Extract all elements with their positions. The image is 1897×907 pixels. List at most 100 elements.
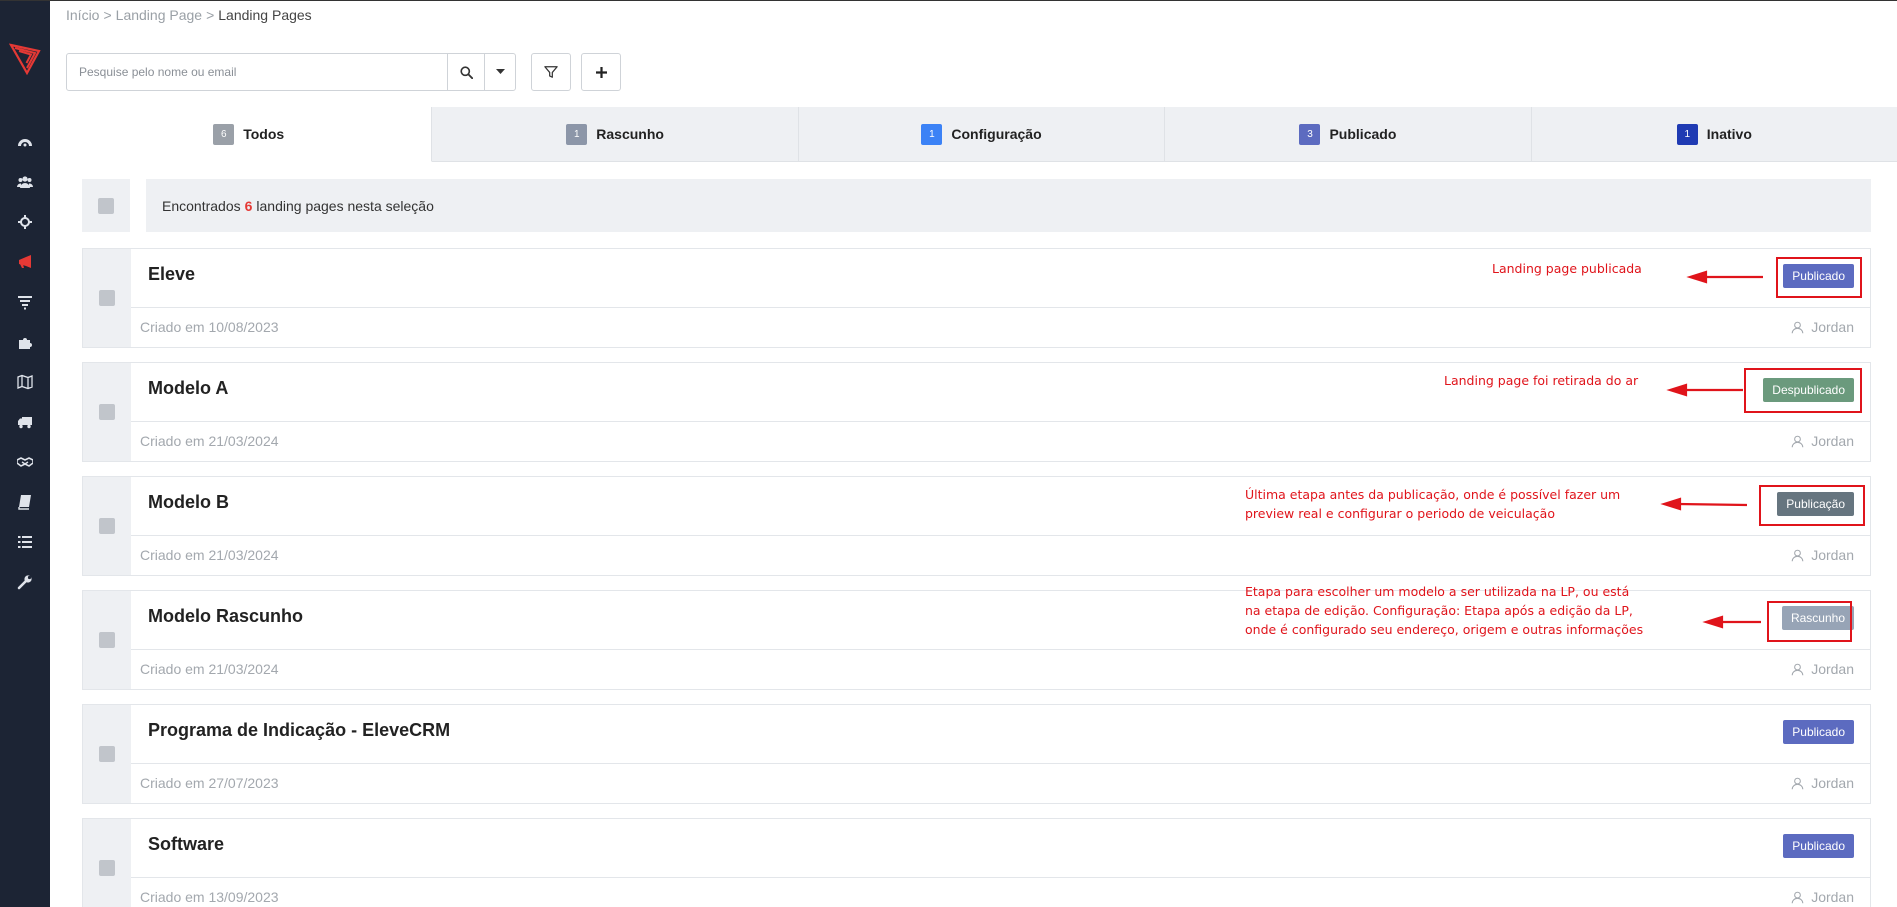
main-content: Início>Landing Page>Landing Pages 6 Todos… [50, 1, 1897, 907]
annotation-line: Landing page publicada [1492, 261, 1642, 276]
filter-icon [544, 66, 558, 78]
annotation-unpublished: Landing page foi retirada do ar [1444, 371, 1638, 390]
owner: Jordan [1791, 319, 1854, 335]
annotation-line: onde é configurado seu endereço, origem … [1245, 622, 1644, 637]
user-icon [1791, 663, 1804, 675]
divider [131, 421, 1870, 422]
filter-button[interactable] [531, 53, 571, 91]
search-input[interactable] [67, 54, 447, 90]
map-icon[interactable] [14, 371, 36, 393]
puzzle-icon[interactable] [14, 331, 36, 353]
breadcrumb-home[interactable]: Início [66, 7, 99, 23]
annotation-line: preview real e configurar o periodo de v… [1245, 506, 1555, 521]
crosshair-icon[interactable] [14, 211, 36, 233]
tab-count-badge: 3 [1299, 123, 1321, 145]
users-icon[interactable] [14, 171, 36, 193]
tab-count-badge: 1 [566, 123, 588, 145]
dashboard-icon[interactable] [14, 131, 36, 153]
owner: Jordan [1791, 433, 1854, 449]
user-icon [1791, 321, 1804, 333]
funnel-icon[interactable] [14, 291, 36, 313]
landing-page-title[interactable]: Modelo B [148, 492, 229, 513]
divider [131, 877, 1870, 878]
annotation-highlight-box [1759, 485, 1865, 526]
owner-name: Jordan [1811, 433, 1854, 449]
owner: Jordan [1791, 661, 1854, 677]
row-checkbox[interactable] [83, 249, 131, 347]
created-date: Criado em 21/03/2024 [140, 661, 279, 677]
tab-rascunho[interactable]: 1 Rascunho [432, 107, 799, 161]
results-summary: Encontrados 6 landing pages nesta seleção [146, 179, 1871, 232]
row-checkbox[interactable] [83, 477, 131, 575]
breadcrumb-landing-page[interactable]: Landing Page [116, 7, 202, 23]
tab-label: Todos [243, 126, 285, 142]
caret-down-icon [495, 69, 505, 74]
owner-name: Jordan [1811, 775, 1854, 791]
annotation-line: Etapa para escolher um modelo a ser util… [1245, 584, 1630, 599]
status-tabs: 6 Todos 1 Rascunho 1 Configuração 3 Publicad… [66, 107, 1897, 162]
book-icon[interactable] [14, 491, 36, 513]
landing-page-title[interactable]: Software [148, 834, 224, 855]
tab-publicado[interactable]: 3 Publicado [1165, 107, 1532, 161]
row-checkbox[interactable] [83, 363, 131, 461]
add-landing-page-button[interactable] [581, 53, 621, 91]
status-badge[interactable]: Publicado [1783, 834, 1854, 858]
checkbox [99, 746, 115, 762]
sidebar [0, 1, 50, 907]
user-icon [1791, 549, 1804, 561]
tab-configuracao[interactable]: 1 Configuração [799, 107, 1166, 161]
landing-page-title[interactable]: Modelo A [148, 378, 228, 399]
annotation-publication-stage: Última etapa antes da publicação, onde é… [1245, 485, 1620, 523]
summary-suffix: landing pages nesta seleção [256, 197, 434, 214]
search-button[interactable] [447, 54, 484, 90]
tab-todos[interactable]: 6 Todos [66, 107, 433, 162]
status-badge[interactable]: Publicado [1783, 720, 1854, 744]
truck-icon[interactable] [14, 411, 36, 433]
owner-name: Jordan [1811, 319, 1854, 335]
breadcrumb: Início > Landing Page > Landing Pages [66, 7, 312, 23]
annotation-highlight-box [1744, 368, 1862, 413]
search-icon [459, 65, 473, 79]
row-checkbox[interactable] [83, 591, 131, 689]
divider [131, 535, 1870, 536]
row-checkbox[interactable] [83, 705, 131, 803]
user-icon [1791, 891, 1804, 903]
annotation-line: Última etapa antes da publicação, onde é… [1245, 487, 1621, 502]
checkbox [99, 404, 115, 420]
owner: Jordan [1791, 889, 1854, 905]
results-count: 6 [244, 197, 253, 214]
owner-name: Jordan [1811, 547, 1854, 563]
annotation-draft-stage: Etapa para escolher um modelo a ser util… [1245, 582, 1643, 639]
select-all-checkbox[interactable] [82, 179, 130, 232]
landing-page-card: Programa de Indicação - EleveCRM Publica… [82, 704, 1871, 804]
landing-page-title[interactable]: Eleve [148, 264, 195, 285]
tab-count-badge: 1 [921, 123, 943, 145]
wrench-icon[interactable] [14, 571, 36, 593]
owner: Jordan [1791, 775, 1854, 791]
search-box [66, 53, 516, 91]
summary-prefix: Encontrados [162, 197, 241, 214]
divider [131, 307, 1870, 308]
landing-page-card: Software Publicado Criado em 13/09/2023 … [82, 818, 1871, 907]
tab-label: Configuração [951, 126, 1042, 142]
owner-name: Jordan [1811, 661, 1854, 677]
plus-icon [595, 66, 607, 78]
tab-inativo[interactable]: 1 Inativo [1532, 107, 1897, 161]
checkbox [99, 860, 115, 876]
breadcrumb-separator: > [103, 7, 112, 23]
handshake-icon[interactable] [14, 451, 36, 473]
divider [131, 649, 1870, 650]
annotation-line: Landing page foi retirada do ar [1444, 373, 1639, 388]
created-date: Criado em 21/03/2024 [140, 547, 279, 563]
row-checkbox[interactable] [83, 819, 131, 907]
created-date: Criado em 13/09/2023 [140, 889, 279, 905]
search-options-dropdown[interactable] [484, 54, 515, 90]
megaphone-icon[interactable] [14, 251, 36, 273]
created-date: Criado em 27/07/2023 [140, 775, 279, 791]
user-icon [1791, 435, 1804, 447]
list-icon[interactable] [14, 531, 36, 553]
logo[interactable] [8, 39, 41, 76]
tab-count-badge: 6 [213, 123, 235, 145]
landing-page-title[interactable]: Programa de Indicação - EleveCRM [148, 720, 450, 741]
landing-page-title[interactable]: Modelo Rascunho [148, 606, 303, 627]
